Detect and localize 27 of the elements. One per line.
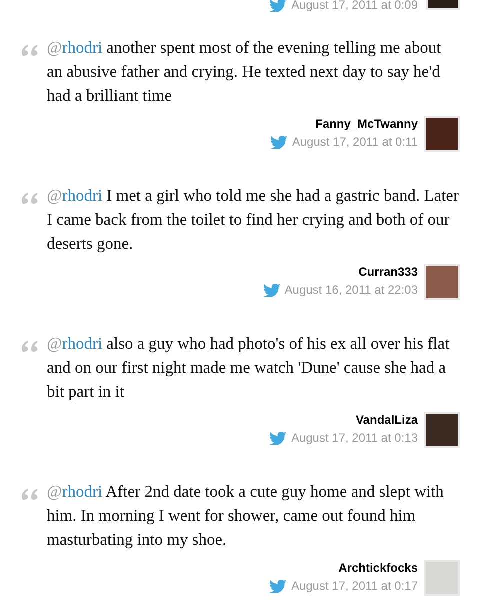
tweet-date: August 17, 2011 at 0:09 bbox=[291, 0, 418, 11]
author-name[interactable]: VandalLiza bbox=[356, 412, 418, 428]
quote-icon bbox=[22, 190, 40, 204]
quote-icon bbox=[22, 338, 40, 352]
bird-icon bbox=[269, 432, 288, 444]
author-name[interactable]: Curran333 bbox=[358, 264, 418, 280]
quote-icon bbox=[22, 486, 40, 500]
bird-icon bbox=[269, 0, 288, 12]
tweet-date: August 17, 2011 at 0:17 bbox=[291, 578, 418, 594]
quote-icon bbox=[22, 42, 40, 56]
mention-link[interactable]: @rhodri bbox=[47, 482, 103, 501]
tweet-date: August 16, 2011 at 22:03 bbox=[284, 282, 418, 298]
tweet-text: @rhodri After 2nd date took a cute guy home and slept with him. In morning I went for shower, came out found him masturbating into my shoe. bbox=[47, 481, 445, 551]
mention-link[interactable]: @rhodri bbox=[47, 38, 103, 57]
bird-icon bbox=[269, 580, 288, 592]
author-name[interactable]: Fanny_McTwanny bbox=[316, 116, 418, 132]
tweet-date: August 17, 2011 at 0:13 bbox=[291, 430, 418, 446]
bird-icon bbox=[262, 284, 281, 296]
tweet-text: @rhodri also a guy who had photo's of his ex all over his flat and on our first night made me watch 'Dune' cause she had a bit part in it bbox=[47, 333, 451, 403]
author-name[interactable]: Archtickfocks bbox=[338, 560, 418, 576]
tweet-date: August 17, 2011 at 0:11 bbox=[292, 134, 418, 150]
tweet-text: @rhodri I met a girl who told me she had a gastric band. Later I came back from the toilet to find her crying and both of our deserts gone. bbox=[47, 185, 460, 255]
bird-icon bbox=[270, 136, 288, 148]
avatar-photo bbox=[426, 0, 460, 10]
mention-link[interactable]: @rhodri bbox=[47, 186, 103, 205]
mention-link[interactable]: @rhodri bbox=[47, 334, 103, 353]
tweet-text: @rhodri another spent most of the evening telling me about an abusive father and crying. He texted next day to say he'd had a brilliant time bbox=[47, 37, 442, 107]
